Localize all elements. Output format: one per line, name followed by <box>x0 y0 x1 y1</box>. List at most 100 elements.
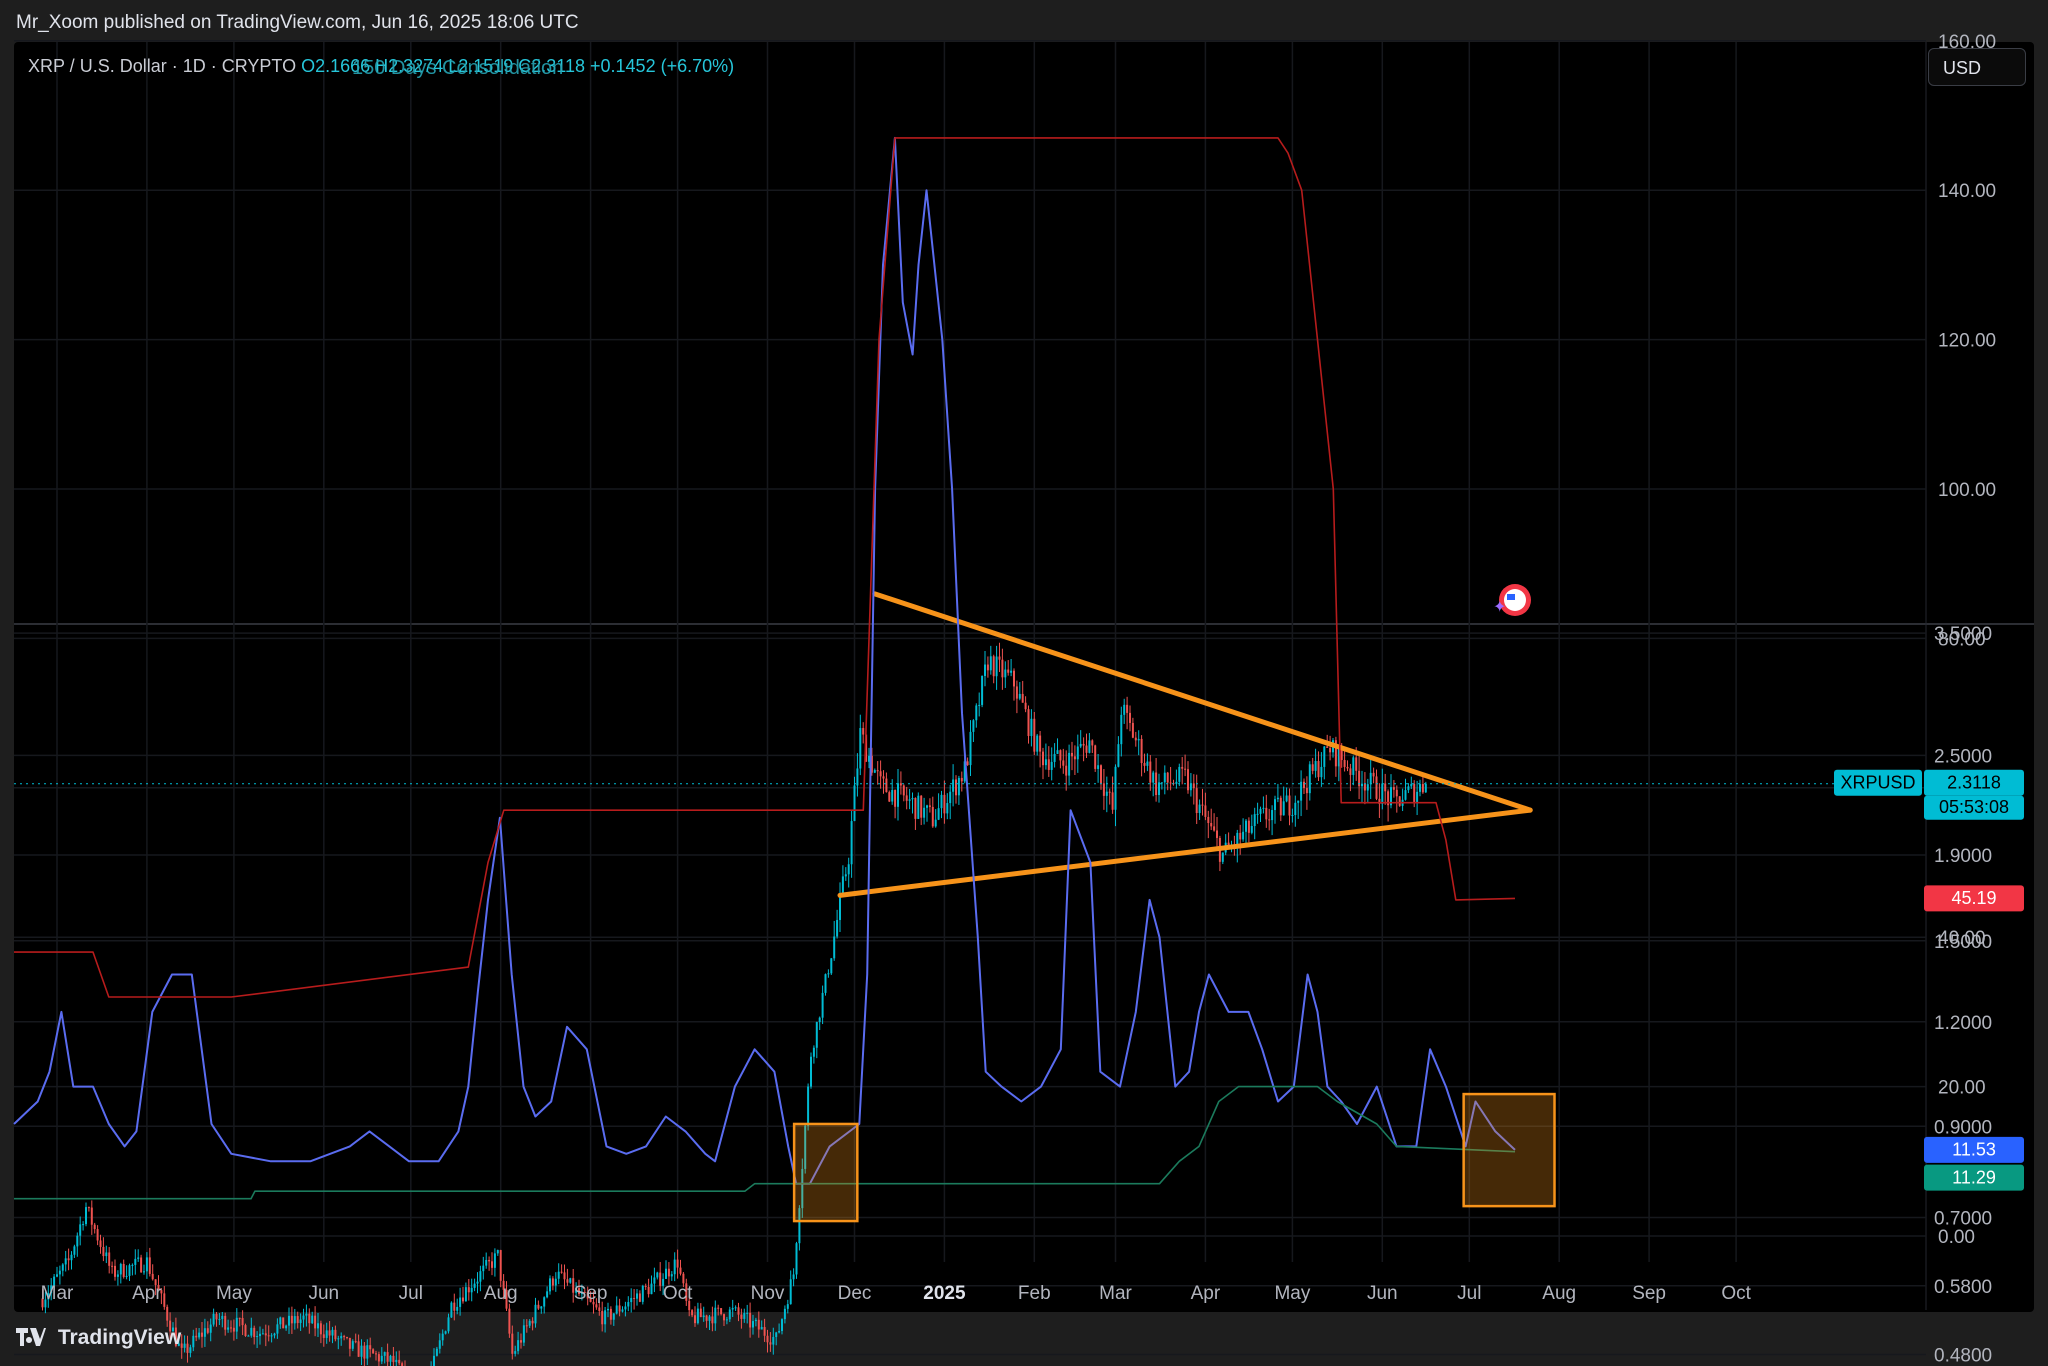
candle-body <box>943 794 946 814</box>
candle-body <box>340 1336 343 1339</box>
candle-body <box>343 1336 346 1338</box>
candle-body <box>163 1293 166 1307</box>
candle-body <box>476 1281 479 1284</box>
candle-body <box>665 1268 667 1279</box>
candle-body <box>131 1264 134 1266</box>
candle-body <box>322 1334 325 1338</box>
candle-body <box>1073 756 1076 760</box>
x-tick-label: Jun <box>1367 1283 1398 1304</box>
candle-body <box>1018 693 1021 699</box>
candle-body <box>293 1316 296 1324</box>
candle-body <box>1247 820 1250 833</box>
candle-body <box>876 770 879 772</box>
candle-body <box>137 1257 140 1259</box>
candle-body <box>1071 752 1073 757</box>
candle-body <box>1395 789 1398 797</box>
candle-body <box>363 1345 366 1359</box>
candle-body <box>830 958 833 974</box>
candle-body <box>978 704 981 706</box>
candle-body <box>395 1359 398 1363</box>
candle-body <box>1253 814 1256 827</box>
candle-body <box>128 1265 131 1276</box>
candle-body <box>827 973 830 975</box>
tradingview-logo-text: TradingView <box>57 1326 182 1349</box>
candle-body <box>1256 813 1259 815</box>
candle-body <box>699 1308 702 1318</box>
candle-body <box>923 807 926 818</box>
candle-body <box>1007 669 1010 673</box>
candle-body <box>1024 702 1027 710</box>
candle-body <box>143 1271 145 1273</box>
candle-body <box>604 1310 607 1325</box>
candle-body <box>1097 765 1100 769</box>
candle-body <box>235 1317 238 1332</box>
candle-body <box>473 1283 476 1288</box>
x-tick-label: Jul <box>399 1283 423 1304</box>
candle-body <box>285 1325 288 1329</box>
candle-body <box>493 1253 496 1268</box>
candle-body <box>946 803 949 814</box>
candle-body <box>212 1313 215 1325</box>
candle-body <box>769 1342 772 1345</box>
candle-body <box>1027 709 1030 736</box>
candle-body <box>67 1258 70 1261</box>
candle-body <box>108 1252 111 1266</box>
candle-body <box>717 1307 720 1309</box>
candle-body <box>1030 718 1033 736</box>
candle-body <box>1207 816 1210 824</box>
candle-body <box>1279 797 1282 816</box>
tradingview-logo[interactable]: TradingView <box>16 1326 181 1350</box>
candle-body <box>105 1252 108 1257</box>
legend-symbol: XRP / U.S. Dollar · 1D · CRYPTO <box>28 56 297 76</box>
candle-body <box>331 1329 334 1336</box>
candle-body <box>749 1312 752 1328</box>
candle-body <box>479 1271 482 1282</box>
candle-body <box>841 876 844 894</box>
candle-body <box>1175 781 1178 784</box>
candle-body <box>856 768 859 786</box>
x-tick-label: Nov <box>751 1283 785 1304</box>
candle-body <box>1392 787 1395 790</box>
candle-body <box>934 819 937 827</box>
candle-body <box>377 1354 380 1362</box>
candle-body <box>549 1278 551 1292</box>
candle-body <box>696 1308 699 1324</box>
candle-body <box>441 1333 444 1341</box>
candle-body <box>624 1306 627 1310</box>
candle-body <box>810 1056 812 1087</box>
candle-body <box>815 1022 818 1048</box>
osc-tick-label: 40.00 <box>1938 928 1986 949</box>
candle-body <box>540 1306 543 1309</box>
candle-body <box>888 792 891 802</box>
candle-body <box>1381 783 1384 804</box>
candle-body <box>1384 783 1387 792</box>
candle-body <box>267 1335 270 1337</box>
candle-body <box>821 992 824 1018</box>
candle-body <box>464 1287 467 1302</box>
candle-body <box>186 1343 189 1353</box>
candle-body <box>1111 792 1114 810</box>
candle-body <box>1213 826 1216 831</box>
candle-body <box>114 1265 116 1277</box>
candle-body <box>311 1315 314 1324</box>
candle-body <box>1250 826 1253 833</box>
candle-body <box>276 1324 279 1334</box>
candle-body <box>79 1224 82 1236</box>
price-tick-label: 0.9000 <box>1934 1117 1992 1138</box>
candle-body <box>1001 659 1004 678</box>
candle-body <box>760 1327 763 1330</box>
chart-canvas[interactable]: Mar Apr May Jun Jul Aug Sep Oct Nov Dec 2025 Feb Mar… <box>0 0 2048 1366</box>
candle-body <box>375 1353 377 1355</box>
candle-body <box>995 656 998 677</box>
triangle-lower-line <box>837 807 1533 898</box>
candle-body <box>633 1297 636 1299</box>
candle-body <box>1245 820 1247 832</box>
candle-body <box>708 1316 711 1321</box>
candle-body <box>1146 761 1149 766</box>
currency-button[interactable]: USD <box>1928 48 2026 86</box>
candle-body <box>116 1274 119 1277</box>
candle-body <box>1094 745 1097 769</box>
candle-body <box>351 1341 354 1349</box>
candle-body <box>1053 753 1056 762</box>
candle-body <box>905 795 908 801</box>
